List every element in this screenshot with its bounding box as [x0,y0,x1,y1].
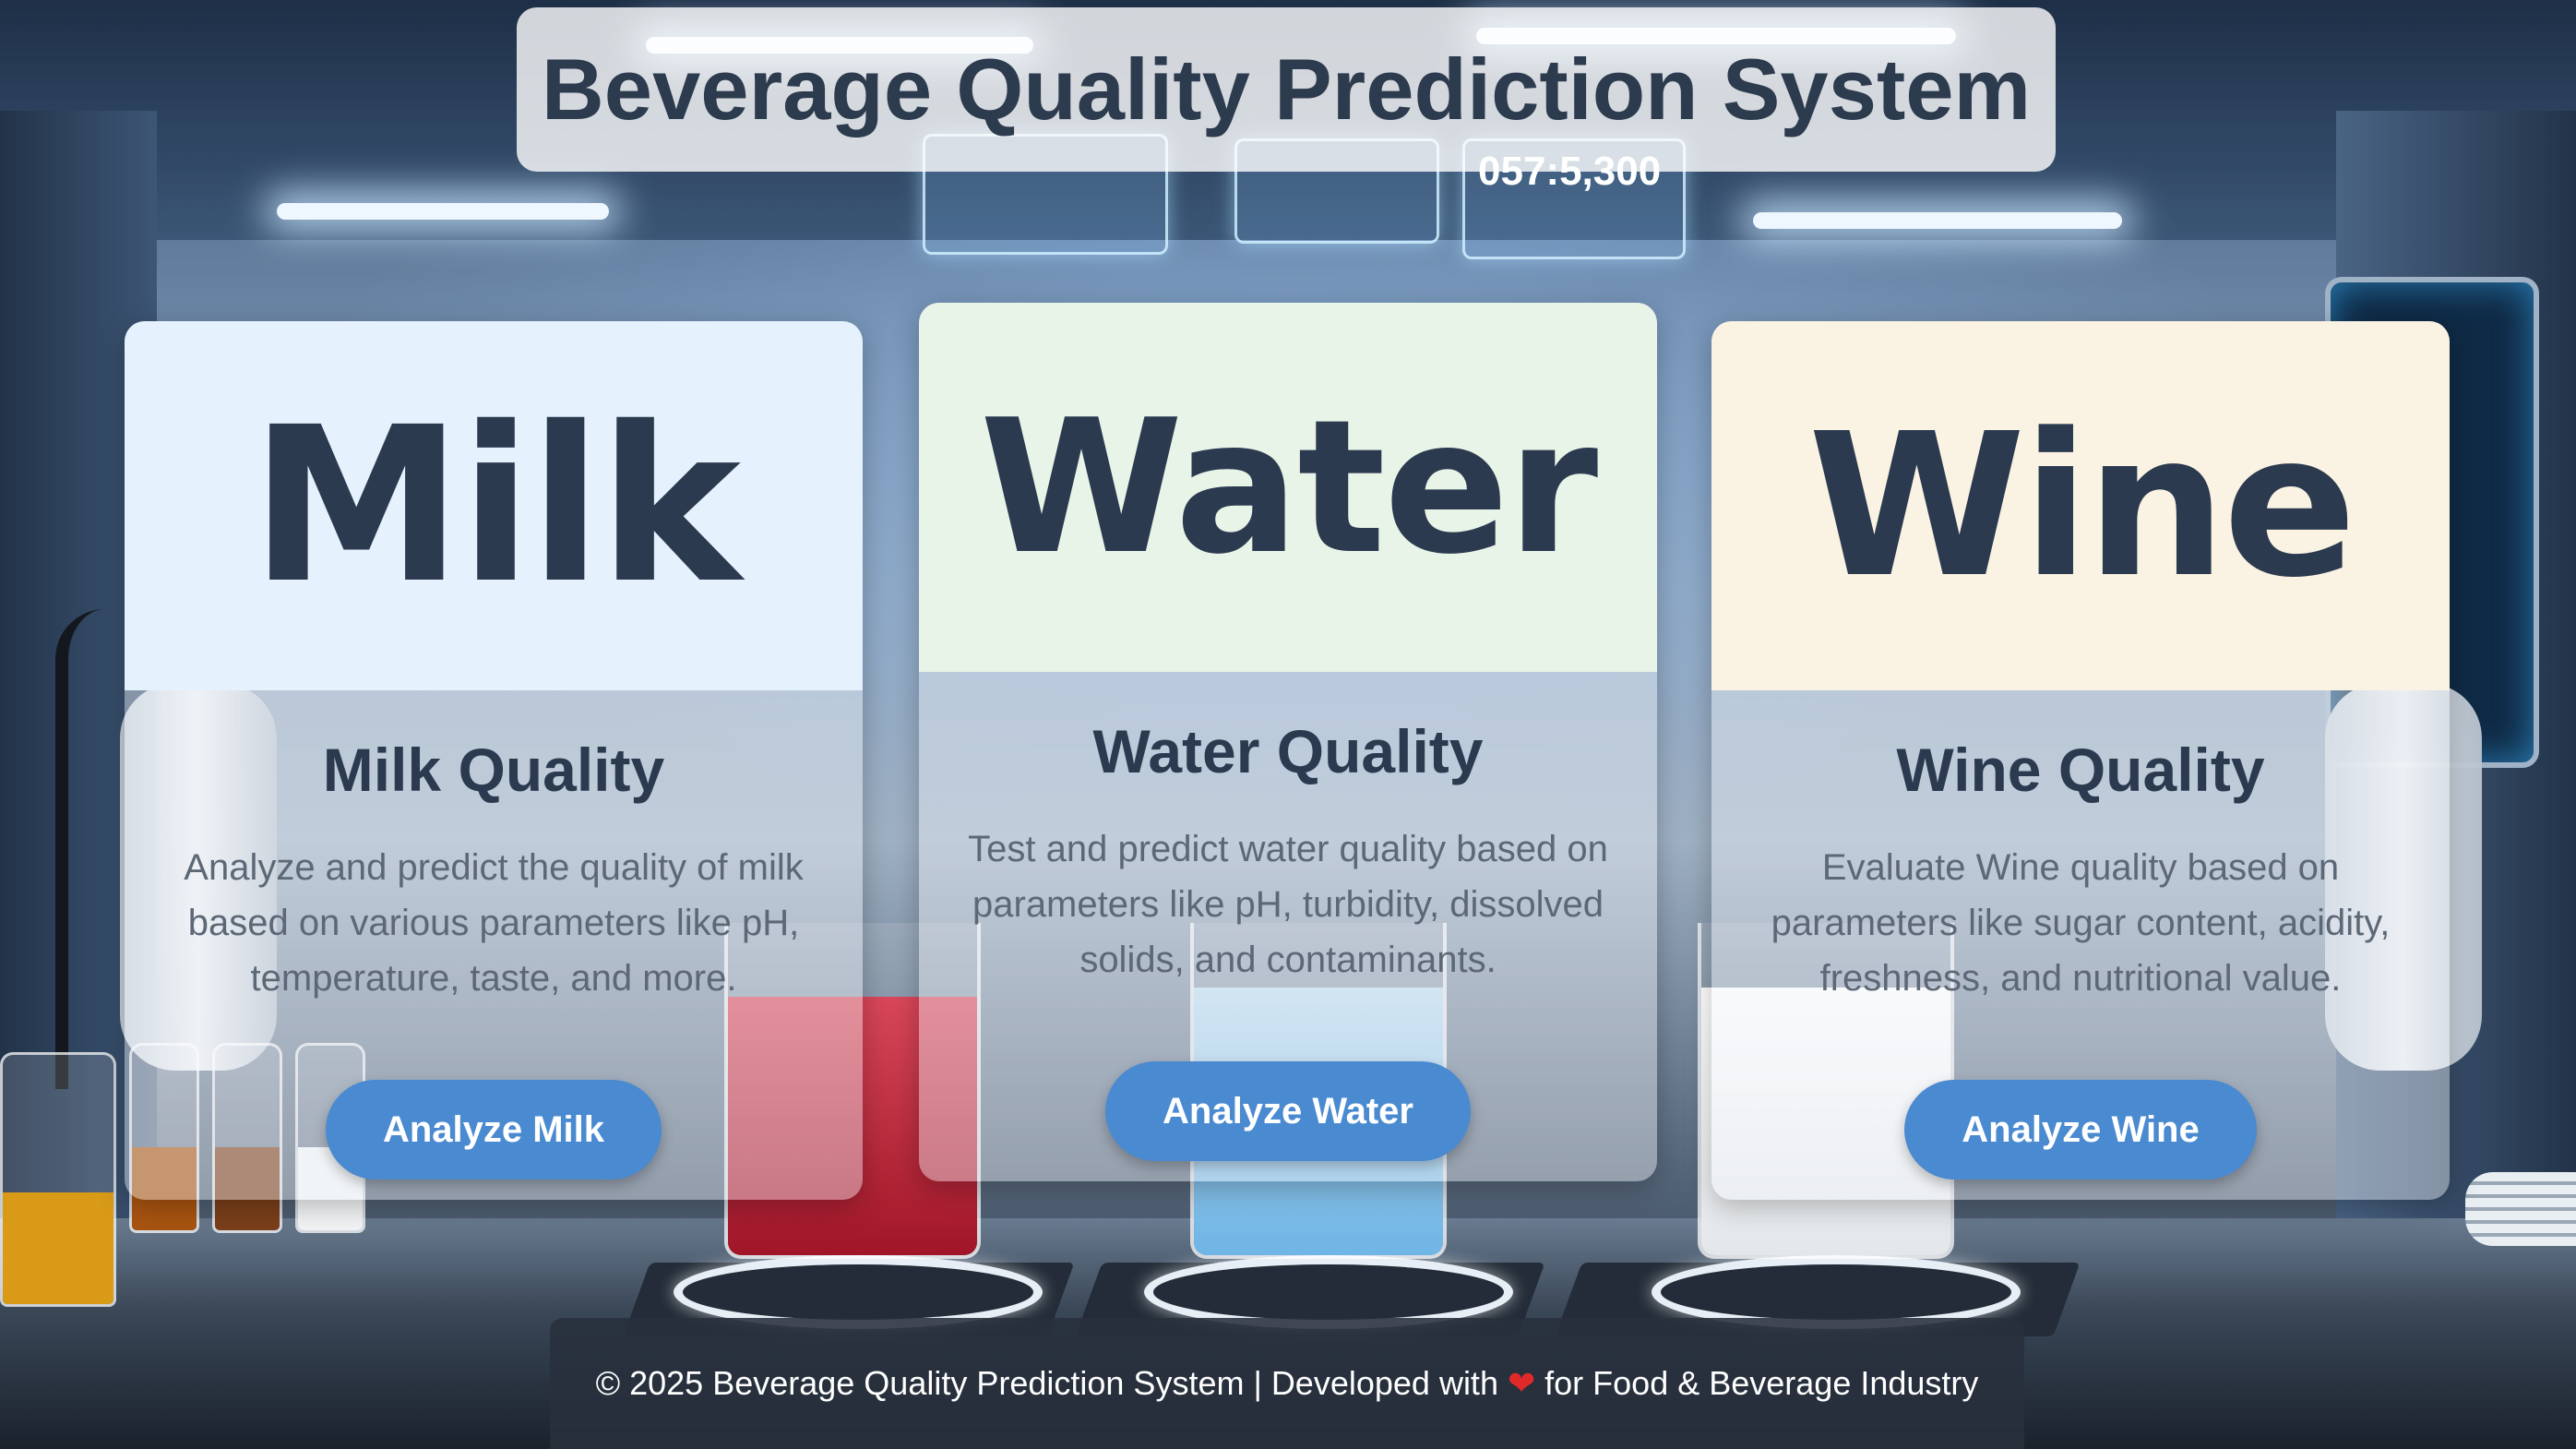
milk-card: Milk Milk Quality Analyze and predict th… [125,321,863,1200]
wine-card-description: Evaluate Wine quality based on parameter… [1771,847,2391,999]
footer-text-start: © 2025 Beverage Quality Prediction Syste… [595,1364,1508,1402]
page-footer: © 2025 Beverage Quality Prediction Syste… [550,1318,2024,1449]
water-banner: Water [919,303,1657,672]
analyze-milk-button[interactable]: Analyze Milk [325,1080,662,1180]
milk-banner-text: Milk [249,381,741,630]
wine-card: Wine Wine Quality Evaluate Wine quality … [1711,321,2450,1200]
footer-text-end: for Food & Beverage Industry [1535,1364,1979,1402]
analyze-water-button[interactable]: Analyze Water [1105,1061,1471,1161]
milk-card-description: Analyze and predict the quality of milk … [184,847,804,999]
milk-banner: Milk [125,321,863,690]
milk-card-title: Milk Quality [322,736,665,804]
water-card-description: Test and predict water quality based on … [968,829,1608,980]
water-banner-text: Water [979,379,1598,595]
water-card-title: Water Quality [1092,717,1484,785]
water-card: Water Water Quality Test and predict wat… [919,303,1657,1181]
wine-banner: Wine [1711,321,2450,690]
page-title: Beverage Quality Prediction System [541,41,2032,138]
page-header: Beverage Quality Prediction System [517,7,2056,172]
analyze-wine-button[interactable]: Analyze Wine [1904,1080,2257,1180]
wine-card-title: Wine Quality [1896,736,2265,804]
wine-banner-text: Wine [1807,390,2357,621]
heart-icon: ❤ [1507,1364,1536,1403]
